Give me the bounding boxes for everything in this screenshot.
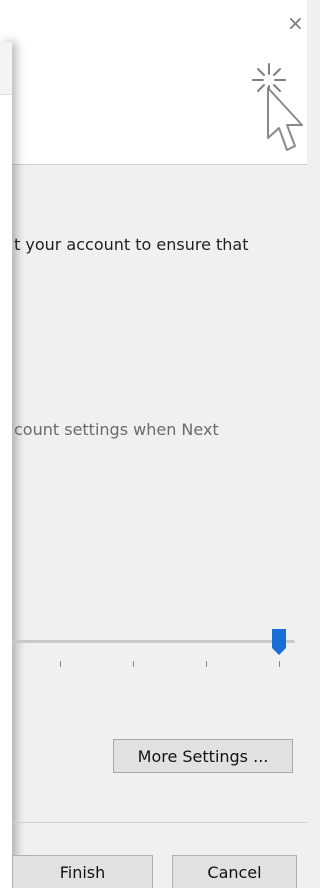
slider-tick	[279, 661, 280, 667]
next-hint-text: count settings when Next	[14, 420, 219, 439]
slider-tick	[206, 661, 207, 667]
finish-button[interactable]: Finish	[12, 855, 153, 888]
slider-tick	[133, 661, 134, 667]
background-window-edge	[0, 42, 12, 888]
slider-thumb[interactable]	[270, 628, 288, 656]
dialog-header: ×	[0, 0, 307, 165]
slider-track[interactable]	[12, 640, 295, 643]
more-settings-button[interactable]: More Settings ...	[113, 739, 293, 773]
footer-divider	[12, 822, 307, 823]
account-description-text: t your account to ensure that	[14, 235, 249, 254]
background-window-band	[0, 42, 12, 95]
slider-tick	[60, 661, 61, 667]
cancel-button[interactable]: Cancel	[172, 855, 297, 888]
close-icon[interactable]: ×	[287, 12, 307, 34]
cursor-sparkle-icon	[252, 63, 303, 151]
